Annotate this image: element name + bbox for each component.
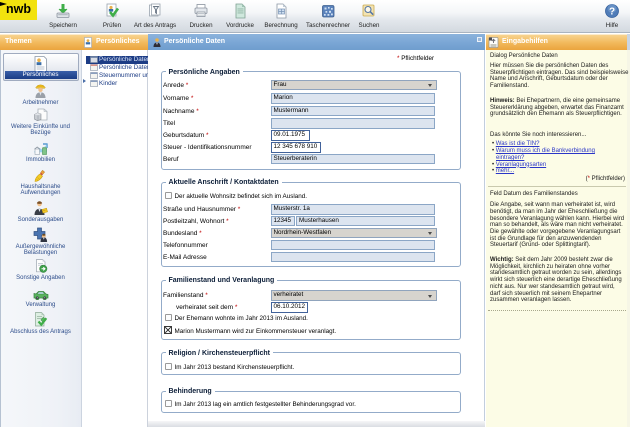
svg-text:?: ? [609, 7, 615, 18]
